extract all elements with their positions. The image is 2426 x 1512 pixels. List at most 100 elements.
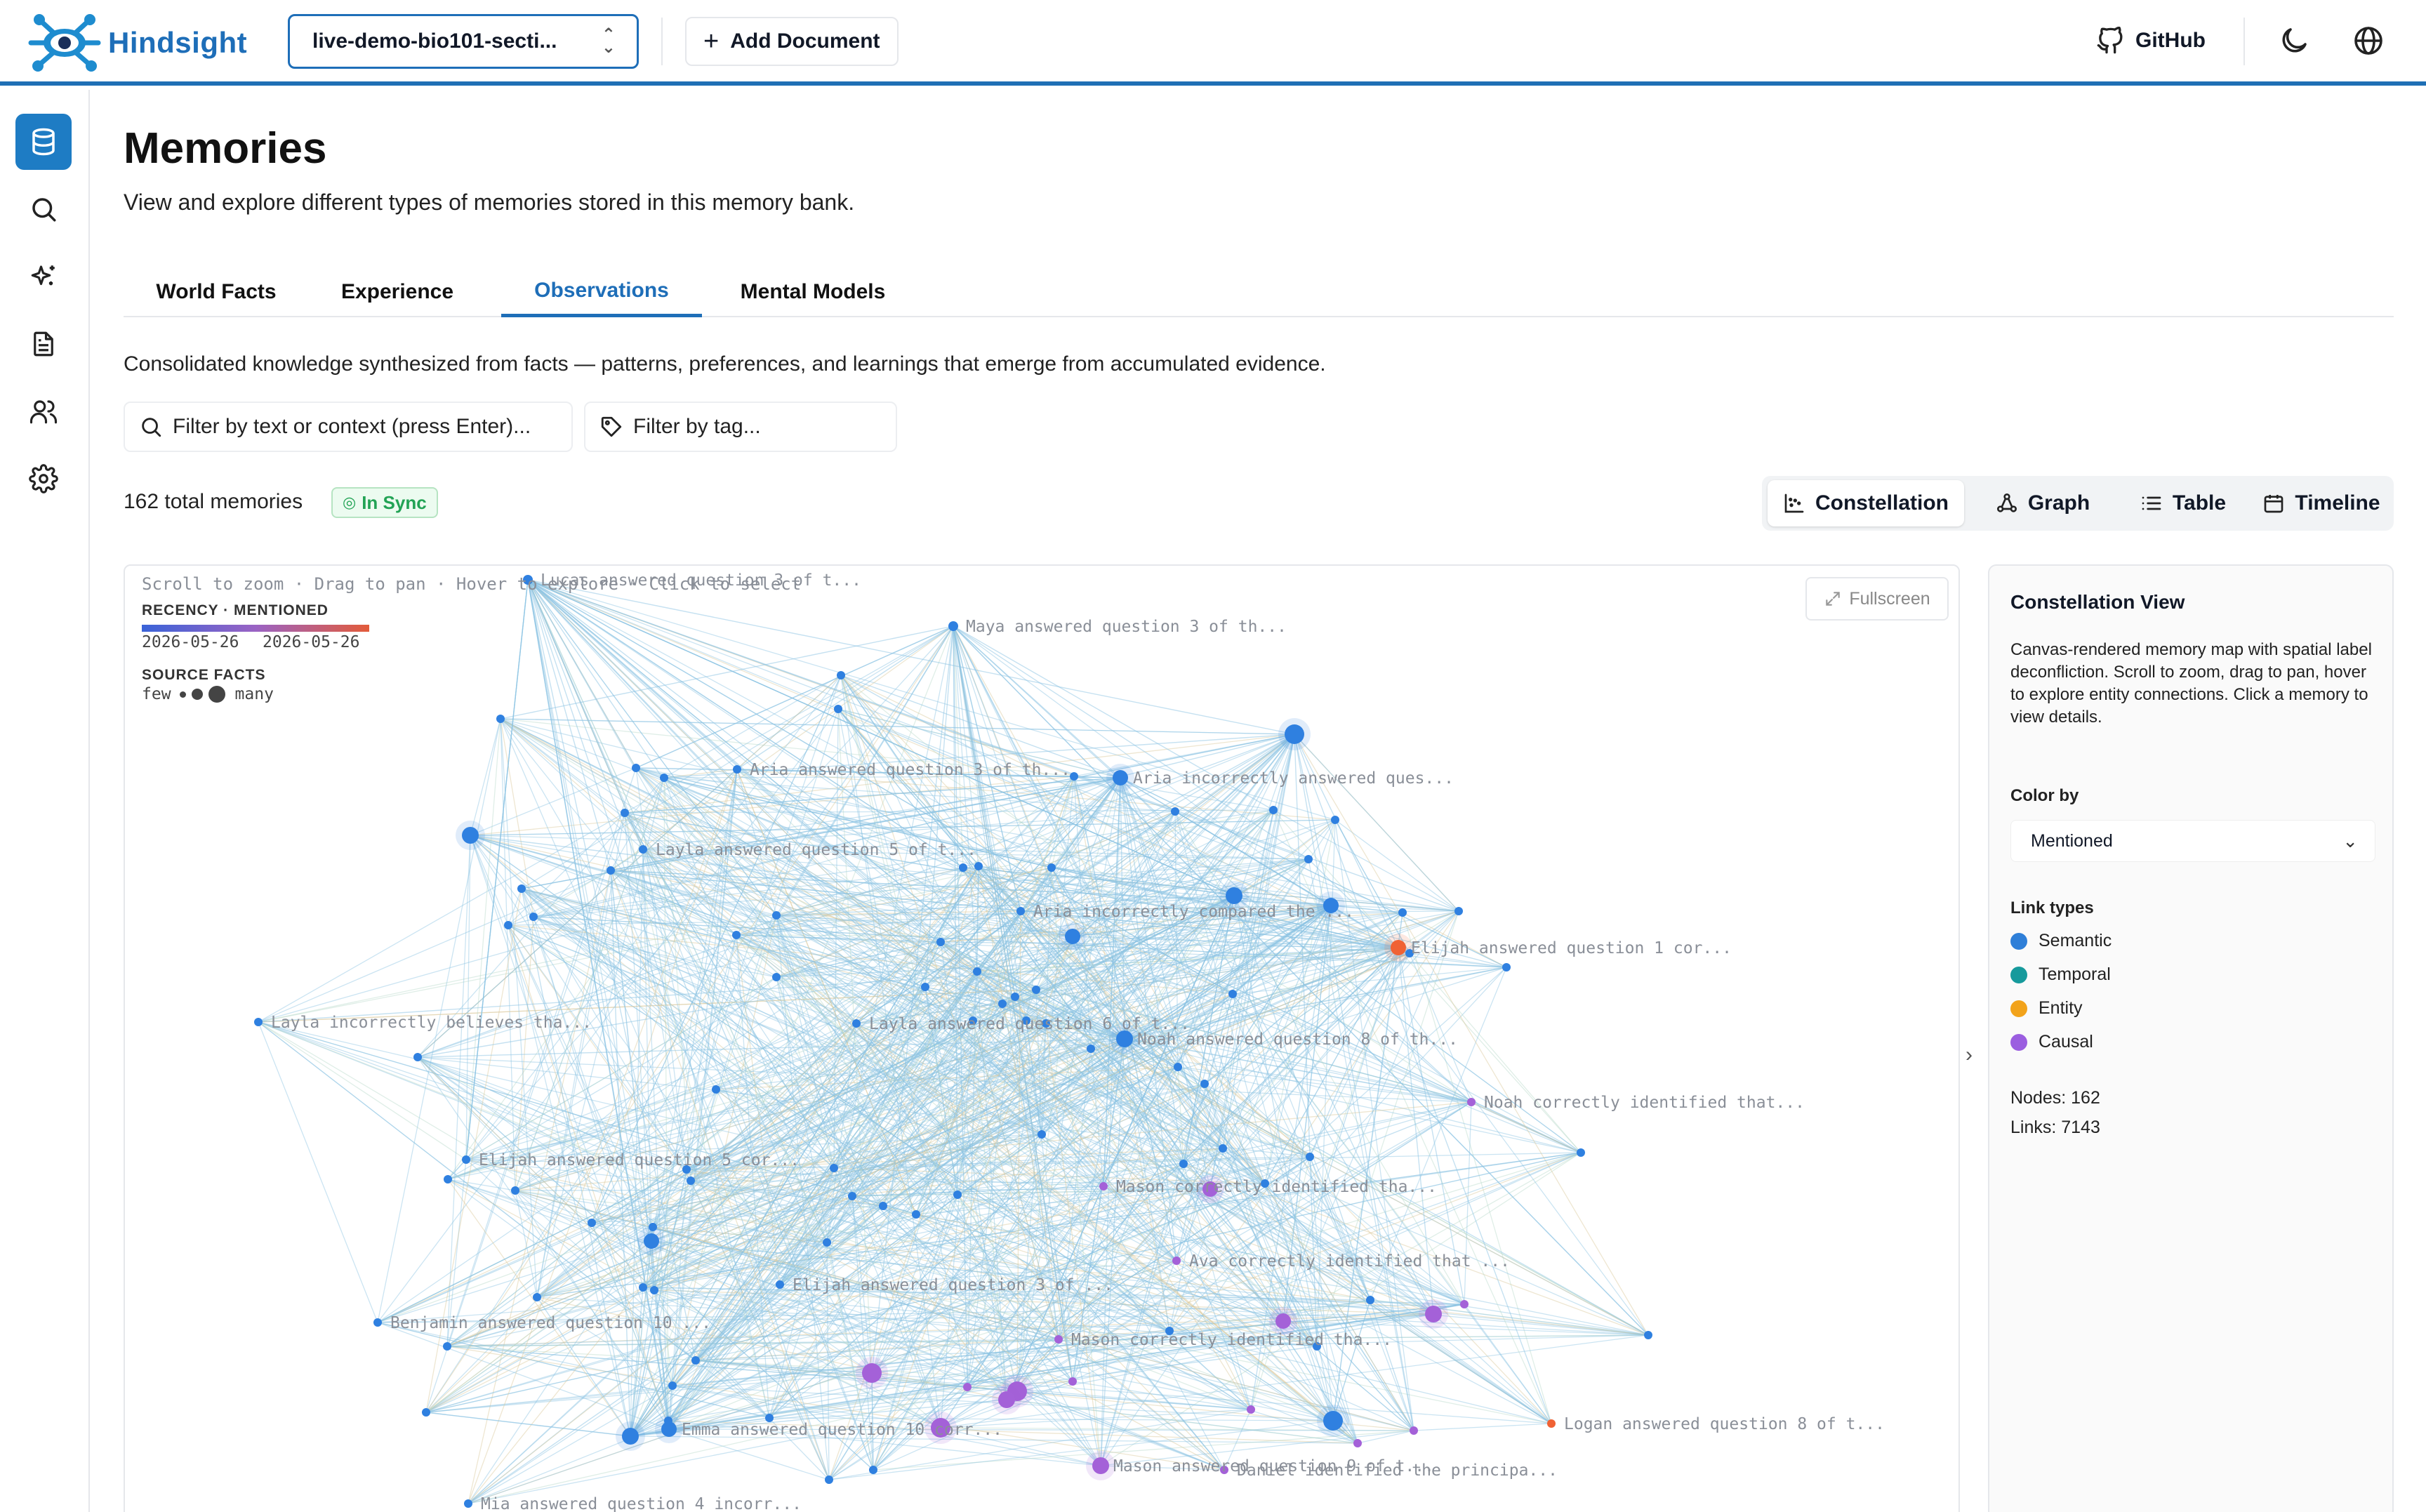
app-logo[interactable]: Hindsight — [25, 11, 247, 74]
memory-node[interactable] — [823, 1238, 831, 1247]
globe-icon[interactable] — [2352, 24, 2385, 58]
view-table-button[interactable]: Table — [2120, 480, 2246, 526]
memory-node[interactable] — [496, 715, 505, 723]
tab-mental-models[interactable]: Mental Models — [712, 267, 914, 317]
memory-node[interactable] — [1174, 1063, 1182, 1071]
memory-node[interactable] — [1011, 993, 1019, 1001]
text-filter-input[interactable]: Filter by text or context (press Enter).… — [124, 402, 573, 452]
memory-node[interactable] — [1016, 907, 1025, 915]
memory-node[interactable] — [948, 621, 958, 631]
memory-node[interactable] — [1391, 940, 1406, 955]
memory-node[interactable] — [668, 1381, 677, 1390]
memory-node[interactable] — [1306, 1153, 1314, 1161]
memory-label[interactable]: Elijah answered question 1 cor... — [1411, 939, 1732, 957]
memory-label[interactable]: Noah answered question 8 of th... — [1137, 1030, 1458, 1049]
memory-node[interactable] — [936, 938, 945, 946]
memory-node[interactable] — [621, 809, 629, 817]
fullscreen-button[interactable]: Fullscreen — [1805, 577, 1949, 621]
memory-node[interactable] — [963, 1383, 972, 1391]
memory-node[interactable] — [413, 1053, 422, 1061]
memory-node[interactable] — [1087, 1045, 1095, 1053]
view-constellation-button[interactable]: Constellation — [1768, 480, 1964, 526]
memory-node[interactable] — [622, 1428, 639, 1445]
memory-label[interactable]: Layla incorrectly believes tha... — [271, 1014, 592, 1032]
memory-node[interactable] — [533, 1293, 541, 1301]
moon-icon[interactable] — [2277, 24, 2311, 58]
memory-node[interactable] — [1577, 1148, 1585, 1157]
memory-node[interactable] — [1366, 1296, 1374, 1304]
memory-label[interactable]: Elijah answered question 3 of ... — [793, 1276, 1113, 1294]
memory-node[interactable] — [953, 1191, 962, 1199]
memory-node[interactable] — [687, 1176, 695, 1185]
memory-node[interactable] — [588, 1219, 596, 1227]
memory-node[interactable] — [998, 1000, 1007, 1008]
memory-node[interactable] — [254, 1018, 263, 1026]
memory-label[interactable]: Aria incorrectly compared the ... — [1033, 903, 1354, 921]
memory-label[interactable]: Noah correctly identified that... — [1484, 1094, 1805, 1112]
memory-bank-select[interactable]: live-demo-bio101-secti... ⌃ ⌄ — [288, 14, 639, 69]
memory-label[interactable]: Aria answered question 3 of th... — [750, 761, 1071, 779]
memory-node[interactable] — [1454, 907, 1463, 915]
view-graph-button[interactable]: Graph — [1973, 480, 2113, 526]
memory-node[interactable] — [464, 1499, 472, 1508]
memory-node[interactable] — [1275, 1313, 1291, 1329]
memory-node[interactable] — [869, 1466, 877, 1474]
memory-node[interactable] — [732, 931, 741, 939]
memory-node[interactable] — [1323, 1411, 1343, 1431]
memory-node[interactable] — [639, 1283, 647, 1292]
memory-node[interactable] — [837, 671, 845, 679]
memory-node[interactable] — [1070, 772, 1078, 781]
memory-node[interactable] — [650, 1286, 658, 1294]
memory-label[interactable]: Emma answered question 10 corr... — [682, 1421, 1002, 1439]
sidebar-item-memories[interactable] — [15, 114, 72, 170]
memory-node[interactable] — [660, 774, 668, 782]
memory-node[interactable] — [879, 1202, 887, 1210]
memory-node[interactable] — [1460, 1300, 1469, 1308]
sidebar-item-settings[interactable] — [15, 451, 72, 507]
memory-node[interactable] — [1425, 1306, 1442, 1322]
memory-node[interactable] — [1547, 1419, 1556, 1428]
memory-node[interactable] — [691, 1356, 700, 1365]
memory-node[interactable] — [504, 921, 512, 929]
tab-observations[interactable]: Observations — [501, 267, 702, 317]
sidebar-item-entities[interactable] — [15, 383, 72, 439]
panel-toggle-chevron-icon[interactable]: › — [1966, 1043, 1973, 1067]
memory-node[interactable] — [998, 1391, 1015, 1408]
memory-node[interactable] — [1179, 1160, 1188, 1168]
memory-label[interactable]: Aria incorrectly answered ques... — [1133, 769, 1454, 788]
memory-label[interactable]: Maya answered question 3 of th... — [966, 618, 1287, 636]
memory-label[interactable]: Elijah answered question 5 cor... — [479, 1151, 800, 1169]
color-by-select[interactable]: Mentioned ⌄ — [2010, 820, 2375, 862]
memory-node[interactable] — [373, 1318, 382, 1327]
memory-label[interactable]: Ava correctly identified that ... — [1189, 1252, 1510, 1271]
memory-node[interactable] — [776, 1280, 784, 1289]
memory-node[interactable] — [834, 705, 842, 713]
memory-node[interactable] — [733, 765, 741, 774]
memory-node[interactable] — [1171, 807, 1179, 816]
memory-node[interactable] — [1038, 1130, 1046, 1139]
memory-node[interactable] — [462, 827, 479, 844]
memory-node[interactable] — [462, 1155, 470, 1164]
memory-label[interactable]: Daniel identified the principa... — [1237, 1461, 1558, 1480]
memory-node[interactable] — [912, 1210, 920, 1219]
memory-node[interactable] — [1304, 855, 1313, 863]
memory-label[interactable]: Benjamin answered question 10 ... — [390, 1314, 711, 1332]
memory-node[interactable] — [1200, 1080, 1209, 1088]
memory-node[interactable] — [1032, 986, 1040, 994]
memory-node[interactable] — [921, 983, 929, 991]
memory-node[interactable] — [1228, 990, 1237, 998]
memory-node[interactable] — [830, 1164, 838, 1172]
memory-node[interactable] — [444, 1175, 452, 1183]
memory-node[interactable] — [517, 884, 526, 893]
memory-node[interactable] — [422, 1408, 430, 1417]
tab-experience[interactable]: Experience — [310, 267, 484, 317]
memory-node[interactable] — [1054, 1335, 1063, 1344]
memory-node[interactable] — [772, 911, 781, 920]
memory-node[interactable] — [511, 1186, 519, 1195]
memory-node[interactable] — [959, 863, 967, 872]
memory-node[interactable] — [1353, 1439, 1362, 1447]
sidebar-item-documents[interactable] — [15, 316, 72, 372]
memory-node[interactable] — [1467, 1098, 1476, 1106]
memory-node[interactable] — [1247, 1405, 1255, 1414]
github-link[interactable]: GitHub — [2096, 21, 2206, 60]
